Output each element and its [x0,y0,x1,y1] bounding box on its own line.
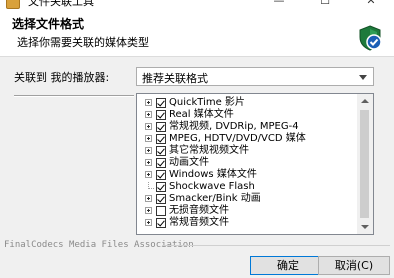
associate-to-label: 关联到 我的播放器: [14,71,110,84]
shockwave-flash-checkbox[interactable] [156,182,166,192]
tree-item-label: QuickTime 影片 [169,97,245,108]
close-button[interactable]: ✕ [348,0,394,9]
window-title: 文件关联工具 [28,0,94,8]
title-bar: 文件关联工具 — ☐ ✕ [0,0,394,10]
tree-item-label: 无损音频文件 [169,205,229,216]
minimize-button[interactable]: — [256,0,302,9]
expand-icon[interactable] [145,135,152,142]
page-subtitle: 选择你需要关联的媒体类型 [17,36,149,49]
expand-icon[interactable] [145,219,152,226]
expand-icon[interactable] [145,159,152,166]
shield-check-icon [359,25,382,51]
page-title: 选择文件格式 [12,17,85,31]
tree-item-label: 其它常规视频文件 [169,145,249,156]
tree-item-label: Smacker/Bink 动画 [169,193,261,204]
scrollbar-thumb[interactable] [360,110,369,218]
expand-icon[interactable] [145,195,152,202]
app-icon [6,0,20,9]
windows-media-checkbox[interactable] [156,170,166,180]
tree-item-label: Real 媒体文件 [169,109,234,120]
format-tree[interactable]: QuickTime 影片 Real 媒体文件 常规视频, DVDRip, MPE… [136,93,374,235]
expand-icon[interactable] [145,99,152,106]
separator [14,95,134,97]
tree-scrollbar[interactable] [357,94,373,234]
smacker-bink-checkbox[interactable] [156,194,166,204]
tree-item-label: 动画文件 [169,157,209,168]
maximize-button[interactable]: ☐ [302,0,348,9]
quicktime-checkbox[interactable] [156,98,166,108]
lossless-audio-checkbox[interactable] [156,206,166,216]
common-video-checkbox[interactable] [156,122,166,132]
tree-item-label: Shockwave Flash [169,181,255,192]
tree-item-common-audio[interactable]: 常规音频文件 [145,217,355,230]
expand-icon[interactable] [145,111,152,118]
cancel-button[interactable]: 取消(C) [318,256,390,275]
tree-item-label: Windows 媒体文件 [169,169,257,180]
tree-item-label: MPEG, HDTV/DVD/VCD 媒体 [169,133,306,144]
expand-icon[interactable] [145,147,152,154]
wizard-header: 选择文件格式 选择你需要关联的媒体类型 [0,10,394,57]
chevron-down-icon [359,75,367,80]
scroll-down-icon[interactable] [361,225,369,229]
format-preset-dropdown[interactable]: 推荐关联格式 [136,67,374,86]
tree-branch-line [148,182,154,189]
real-checkbox[interactable] [156,110,166,120]
common-audio-checkbox[interactable] [156,218,166,228]
tree-item-label: 常规视频, DVDRip, MPEG-4 [169,121,299,132]
ok-button[interactable]: 确定 [250,256,326,275]
other-video-checkbox[interactable] [156,146,166,156]
tree-item-label: 常规音频文件 [169,217,229,228]
expand-icon[interactable] [145,123,152,130]
animation-checkbox[interactable] [156,158,166,168]
expand-icon[interactable] [145,171,152,178]
dropdown-value: 推荐关联格式 [142,72,208,85]
footer-separator [162,245,390,246]
expand-icon[interactable] [145,207,152,214]
mpeg-checkbox[interactable] [156,134,166,144]
scroll-up-icon[interactable] [361,99,369,103]
